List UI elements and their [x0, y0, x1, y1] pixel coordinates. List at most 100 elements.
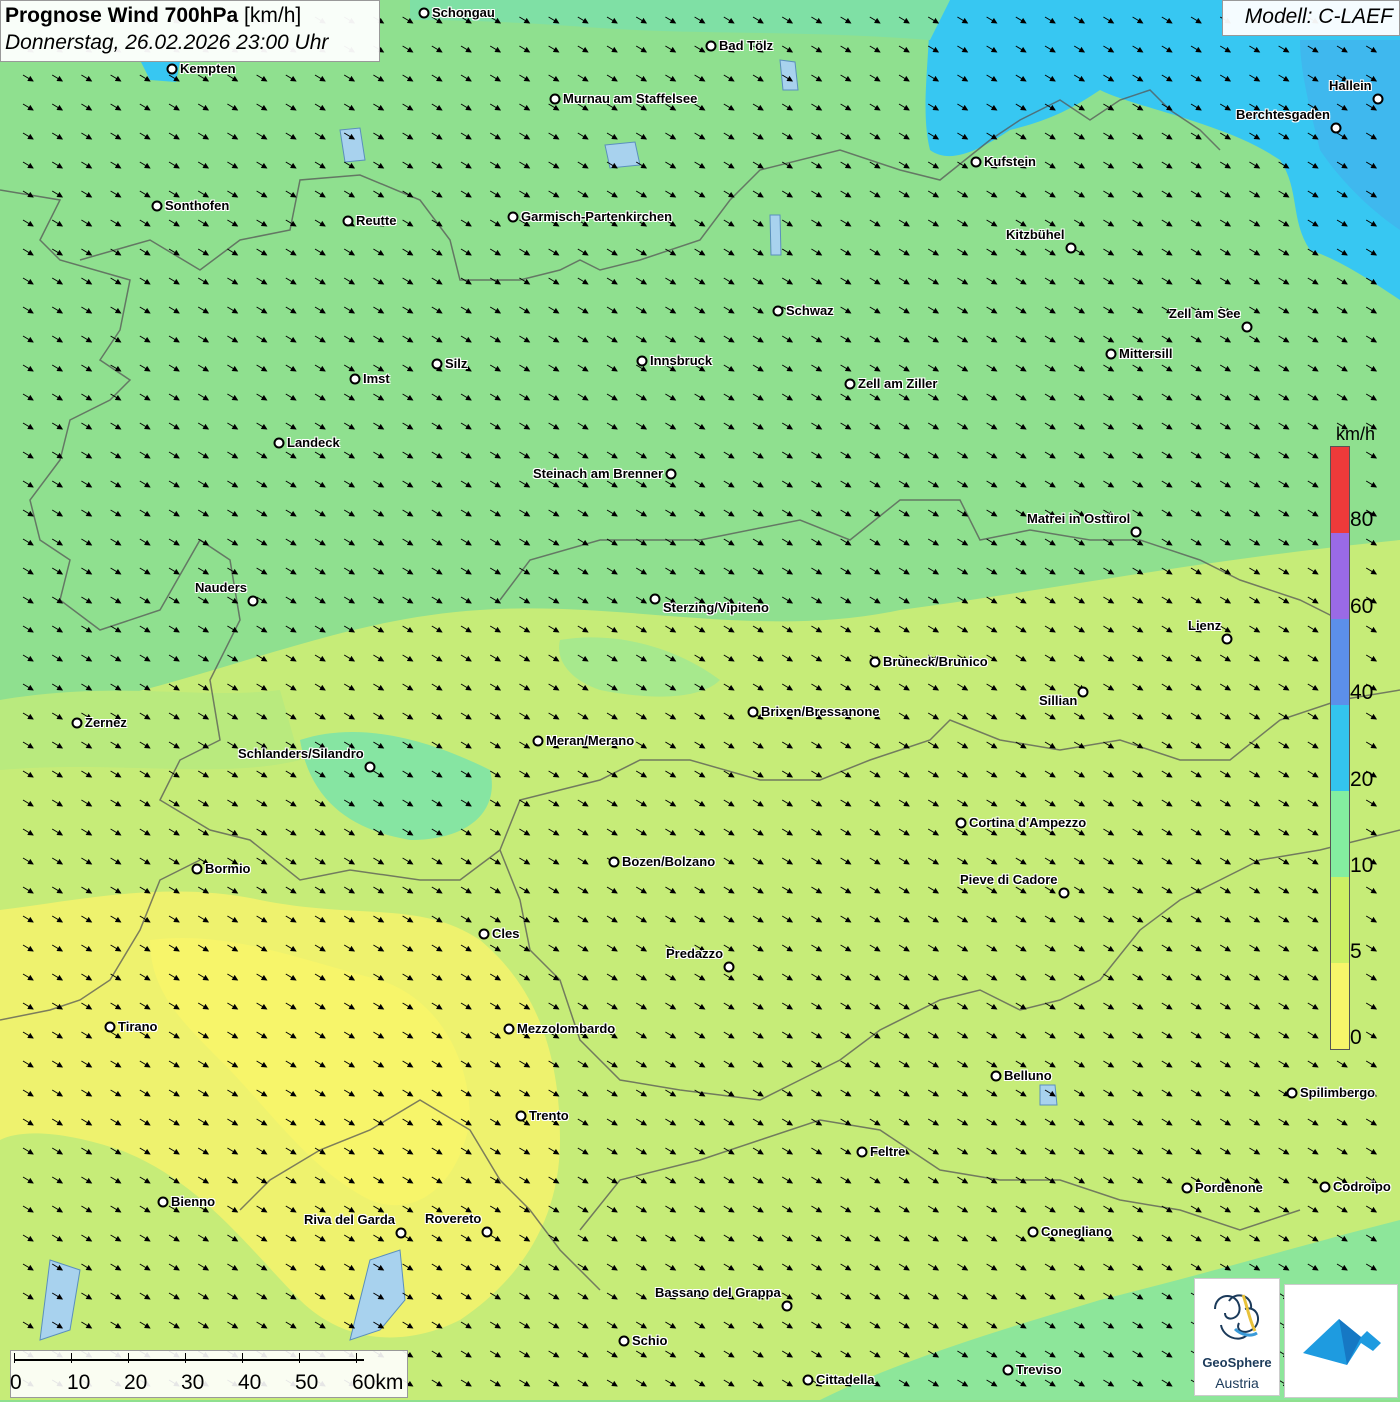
geosphere-logo[interactable]: GeoSphere Austria	[1194, 1278, 1280, 1396]
city-marker-schwaz[interactable]	[772, 305, 784, 317]
city-marker-garmisch-partenkirchen[interactable]	[507, 211, 519, 223]
city-label-trento[interactable]: Trento	[529, 1108, 569, 1123]
city-marker-zell-am-ziller[interactable]	[844, 378, 856, 390]
city-marker-schlanders-silandro[interactable]	[364, 761, 376, 773]
city-label-rovereto[interactable]: Rovereto	[425, 1211, 481, 1226]
city-marker-treviso[interactable]	[1002, 1364, 1014, 1376]
city-marker-bormio[interactable]	[191, 863, 203, 875]
city-marker-cortina-d-ampezzo[interactable]	[955, 817, 967, 829]
city-marker-murnau-am-staffelsee[interactable]	[549, 93, 561, 105]
city-marker-schongau[interactable]	[418, 7, 430, 19]
city-marker-spilimbergo[interactable]	[1286, 1087, 1298, 1099]
city-label-lienz[interactable]: Lienz	[1188, 618, 1221, 633]
city-label-spilimbergo[interactable]: Spilimbergo	[1300, 1085, 1375, 1100]
city-marker-cles[interactable]	[478, 928, 490, 940]
city-label-pieve-di-cadore[interactable]: Pieve di Cadore	[960, 872, 1058, 887]
city-label-imst[interactable]: Imst	[363, 371, 390, 386]
city-label-kempten[interactable]: Kempten	[180, 61, 236, 76]
city-label-sonthofen[interactable]: Sonthofen	[165, 198, 229, 213]
city-marker-cittadella[interactable]	[802, 1374, 814, 1386]
city-label-schwaz[interactable]: Schwaz	[786, 303, 834, 318]
city-marker-berchtesgaden[interactable]	[1330, 122, 1342, 134]
city-marker-schio[interactable]	[618, 1335, 630, 1347]
city-label-tirano[interactable]: Tirano	[118, 1019, 158, 1034]
city-label-bozen-bolzano[interactable]: Bozen/Bolzano	[622, 854, 715, 869]
city-marker-silz[interactable]	[431, 358, 443, 370]
city-label-zell-am-see[interactable]: Zell am See	[1169, 306, 1241, 321]
city-label-innsbruck[interactable]: Innsbruck	[650, 353, 712, 368]
city-marker-lienz[interactable]	[1221, 633, 1233, 645]
city-label-kufstein[interactable]: Kufstein	[984, 154, 1036, 169]
city-marker-kitzbuhel[interactable]	[1065, 242, 1077, 254]
city-label-zernez[interactable]: Zernez	[85, 715, 127, 730]
city-label-kitzbuhel[interactable]: Kitzbühel	[1006, 227, 1065, 242]
city-label-steinach-am-brenner[interactable]: Steinach am Brenner	[533, 466, 663, 481]
city-label-bassano-del-grappa[interactable]: Bassano del Grappa	[655, 1285, 781, 1300]
city-marker-steinach-am-brenner[interactable]	[665, 468, 677, 480]
city-marker-rovereto[interactable]	[481, 1226, 493, 1238]
city-label-landeck[interactable]: Landeck	[287, 435, 340, 450]
city-marker-codroipo[interactable]	[1319, 1181, 1331, 1193]
city-marker-sterzing-vipiteno[interactable]	[649, 593, 661, 605]
city-label-hallein[interactable]: Hallein	[1329, 78, 1372, 93]
city-label-codroipo[interactable]: Codroipo	[1333, 1179, 1391, 1194]
city-marker-sillian[interactable]	[1077, 686, 1089, 698]
city-marker-bad-tolz[interactable]	[705, 40, 717, 52]
city-label-cittadella[interactable]: Cittadella	[816, 1372, 875, 1387]
city-label-garmisch-partenkirchen[interactable]: Garmisch-Partenkirchen	[521, 209, 672, 224]
city-marker-bienno[interactable]	[157, 1196, 169, 1208]
city-label-brixen-bressanone[interactable]: Brixen/Bressanone	[761, 704, 880, 719]
city-label-schio[interactable]: Schio	[632, 1333, 667, 1348]
city-label-schlanders-silandro[interactable]: Schlanders/Silandro	[238, 746, 364, 761]
city-marker-bruneck-brunico[interactable]	[869, 656, 881, 668]
city-label-bienno[interactable]: Bienno	[171, 1194, 215, 1209]
city-marker-landeck[interactable]	[273, 437, 285, 449]
city-label-silz[interactable]: Silz	[445, 356, 467, 371]
app-logo[interactable]	[1284, 1284, 1398, 1398]
city-label-cortina-d-ampezzo[interactable]: Cortina d'Ampezzo	[969, 815, 1086, 830]
city-marker-kufstein[interactable]	[970, 156, 982, 168]
city-label-nauders[interactable]: Nauders	[195, 580, 247, 595]
city-marker-hallein[interactable]	[1372, 93, 1384, 105]
city-label-pordenone[interactable]: Pordenone	[1195, 1180, 1263, 1195]
city-marker-zell-am-see[interactable]	[1241, 321, 1253, 333]
city-marker-conegliano[interactable]	[1027, 1226, 1039, 1238]
city-marker-bozen-bolzano[interactable]	[608, 856, 620, 868]
city-marker-pieve-di-cadore[interactable]	[1058, 887, 1070, 899]
city-marker-mezzolombardo[interactable]	[503, 1023, 515, 1035]
city-marker-matrei-in-osttirol[interactable]	[1130, 526, 1142, 538]
city-label-bruneck-brunico[interactable]: Bruneck/Brunico	[883, 654, 988, 669]
city-label-meran-merano[interactable]: Meran/Merano	[546, 733, 634, 748]
city-label-conegliano[interactable]: Conegliano	[1041, 1224, 1112, 1239]
city-marker-brixen-bressanone[interactable]	[747, 706, 759, 718]
city-label-predazzo[interactable]: Predazzo	[666, 946, 723, 961]
city-marker-imst[interactable]	[349, 373, 361, 385]
city-label-cles[interactable]: Cles	[492, 926, 519, 941]
city-marker-pordenone[interactable]	[1181, 1182, 1193, 1194]
city-label-sillian[interactable]: Sillian	[1039, 693, 1077, 708]
city-marker-tirano[interactable]	[104, 1021, 116, 1033]
city-marker-reutte[interactable]	[342, 215, 354, 227]
city-label-matrei-in-osttirol[interactable]: Matrei in Osttirol	[1027, 511, 1130, 526]
city-label-reutte[interactable]: Reutte	[356, 213, 396, 228]
city-label-mezzolombardo[interactable]: Mezzolombardo	[517, 1021, 615, 1036]
city-marker-bassano-del-grappa[interactable]	[781, 1300, 793, 1312]
city-label-bad-tolz[interactable]: Bad Tölz	[719, 38, 773, 53]
city-label-treviso[interactable]: Treviso	[1016, 1362, 1062, 1377]
city-label-schongau[interactable]: Schongau	[432, 5, 495, 20]
city-label-murnau-am-staffelsee[interactable]: Murnau am Staffelsee	[563, 91, 697, 106]
city-label-mittersill[interactable]: Mittersill	[1119, 346, 1172, 361]
city-marker-sonthofen[interactable]	[151, 200, 163, 212]
city-marker-belluno[interactable]	[990, 1070, 1002, 1082]
city-label-berchtesgaden[interactable]: Berchtesgaden	[1236, 107, 1330, 122]
city-marker-kempten[interactable]	[166, 63, 178, 75]
city-marker-trento[interactable]	[515, 1110, 527, 1122]
city-marker-predazzo[interactable]	[723, 961, 735, 973]
city-label-belluno[interactable]: Belluno	[1004, 1068, 1052, 1083]
city-label-zell-am-ziller[interactable]: Zell am Ziller	[858, 376, 937, 391]
city-label-riva-del-garda[interactable]: Riva del Garda	[304, 1212, 395, 1227]
city-marker-innsbruck[interactable]	[636, 355, 648, 367]
city-marker-riva-del-garda[interactable]	[395, 1227, 407, 1239]
city-marker-nauders[interactable]	[247, 595, 259, 607]
city-marker-meran-merano[interactable]	[532, 735, 544, 747]
